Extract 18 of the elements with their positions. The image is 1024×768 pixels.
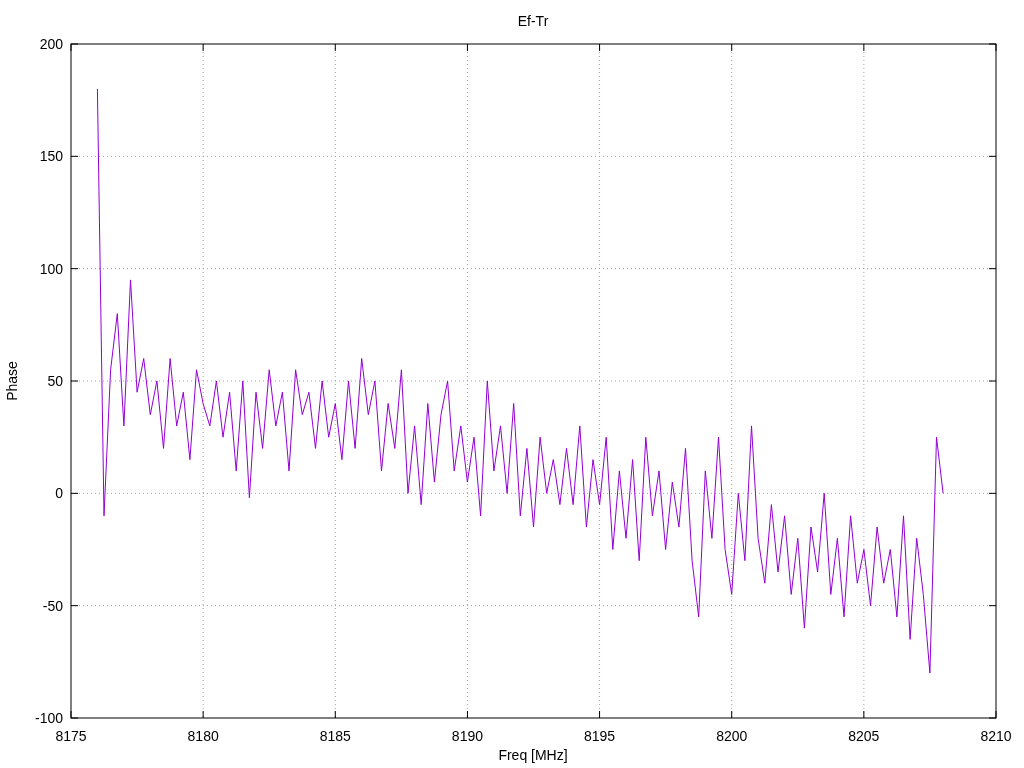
y-tick-label: -100 <box>34 710 63 726</box>
x-tick-label: 8195 <box>584 728 616 744</box>
x-tick-label: 8185 <box>319 728 351 744</box>
x-tick-label: 8210 <box>980 728 1012 744</box>
y-axis-label: Phase <box>4 361 20 401</box>
x-tick-label: 8205 <box>848 728 880 744</box>
y-tick-label: 0 <box>55 485 63 502</box>
x-tick-label: 8190 <box>451 728 483 744</box>
x-tick-label: 8175 <box>55 728 87 744</box>
y-tick-label: 200 <box>39 36 63 52</box>
y-tick-label: 100 <box>39 260 63 277</box>
chart-title: Ef-Tr <box>517 13 549 29</box>
y-tick-label: 150 <box>39 148 63 165</box>
x-tick-label: 8200 <box>716 728 748 744</box>
x-tick-label: 8180 <box>187 728 219 744</box>
y-tick-label: 50 <box>47 373 63 389</box>
x-axis-label: Freq [MHz] <box>498 747 568 763</box>
y-tick-label: -50 <box>42 597 63 614</box>
